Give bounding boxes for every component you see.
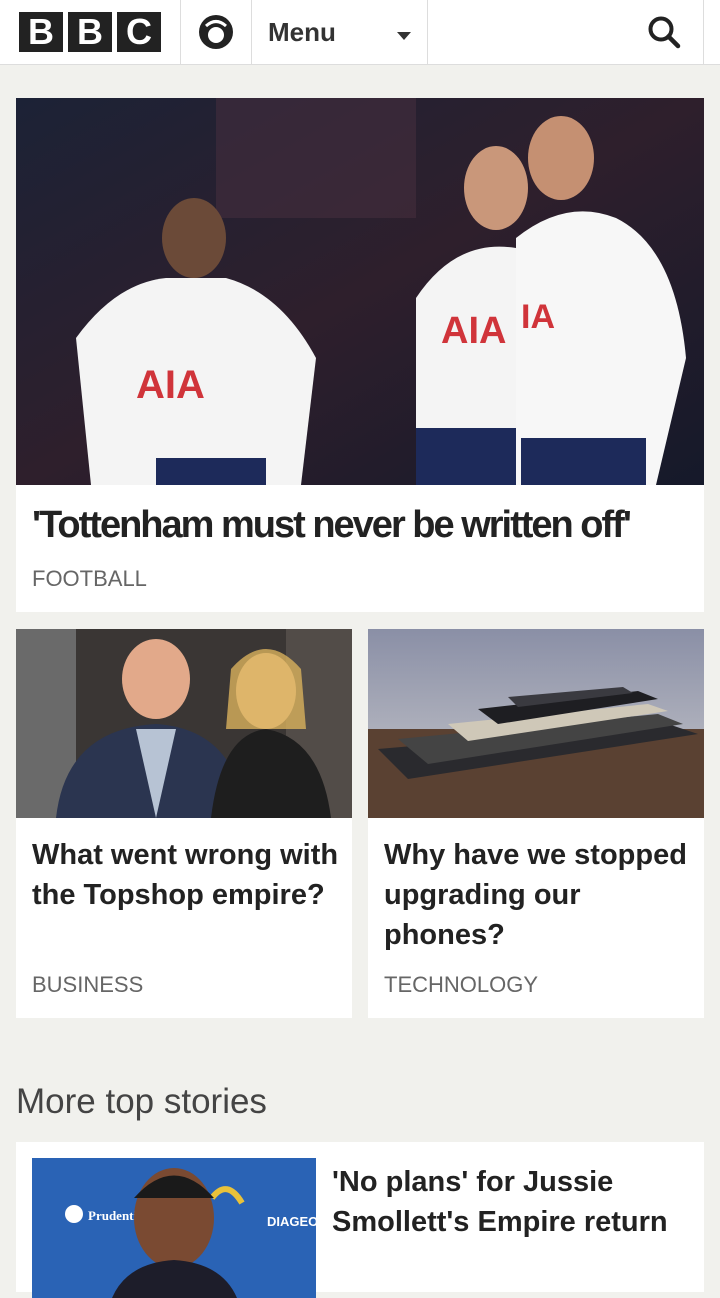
logo-letter-c: C <box>117 12 161 52</box>
story-tag-business[interactable]: BUSINESS <box>32 972 143 998</box>
search-icon <box>648 16 681 49</box>
hero-story-card[interactable]: AIA AIA IA 'Tottenham must never be writ… <box>16 98 704 612</box>
logo-text-prudential: Prudenti <box>88 1208 138 1223</box>
section-heading-more-top-stories: More top stories <box>16 1082 267 1121</box>
story-image-smollett: Prudenti DIAGEO <box>32 1158 316 1298</box>
story-tag-technology[interactable]: TECHNOLOGY <box>384 972 538 998</box>
logo-letter-b2: B <box>68 12 112 52</box>
chevron-down-icon <box>397 32 411 40</box>
logo-letter-b1: B <box>19 12 63 52</box>
bbc-logo[interactable]: B B C <box>0 0 181 64</box>
svg-text:AIA: AIA <box>136 363 205 407</box>
story-card-smollett[interactable]: Prudenti DIAGEO 'No plans' for Jussie Sm… <box>16 1142 704 1298</box>
hero-story-image: AIA AIA IA <box>16 98 704 485</box>
search-button[interactable] <box>428 0 704 64</box>
account-button[interactable] <box>181 0 252 64</box>
story-headline-phones[interactable]: Why have we stopped upgrading our phones… <box>384 835 692 955</box>
logo-text-diageo: DIAGEO <box>267 1214 316 1229</box>
story-headline-topshop[interactable]: What went wrong with the Topshop empire? <box>32 835 340 915</box>
hero-story-tag[interactable]: FOOTBALL <box>32 566 147 592</box>
svg-text:AIA: AIA <box>441 310 506 352</box>
hero-story-headline[interactable]: 'Tottenham must never be written off' <box>32 504 688 547</box>
account-icon <box>199 15 233 49</box>
story-image-phones <box>368 629 704 818</box>
story-card-phones[interactable]: Why have we stopped upgrading our phones… <box>368 629 704 1018</box>
story-headline-smollett[interactable]: 'No plans' for Jussie Smollett's Empire … <box>332 1162 688 1242</box>
story-image-topshop <box>16 629 352 818</box>
menu-label: Menu <box>268 16 336 47</box>
story-card-topshop[interactable]: What went wrong with the Topshop empire?… <box>16 629 352 1018</box>
top-navigation-bar: B B C Menu <box>0 0 720 65</box>
menu-button[interactable]: Menu <box>252 0 428 64</box>
svg-text:IA: IA <box>521 298 555 336</box>
